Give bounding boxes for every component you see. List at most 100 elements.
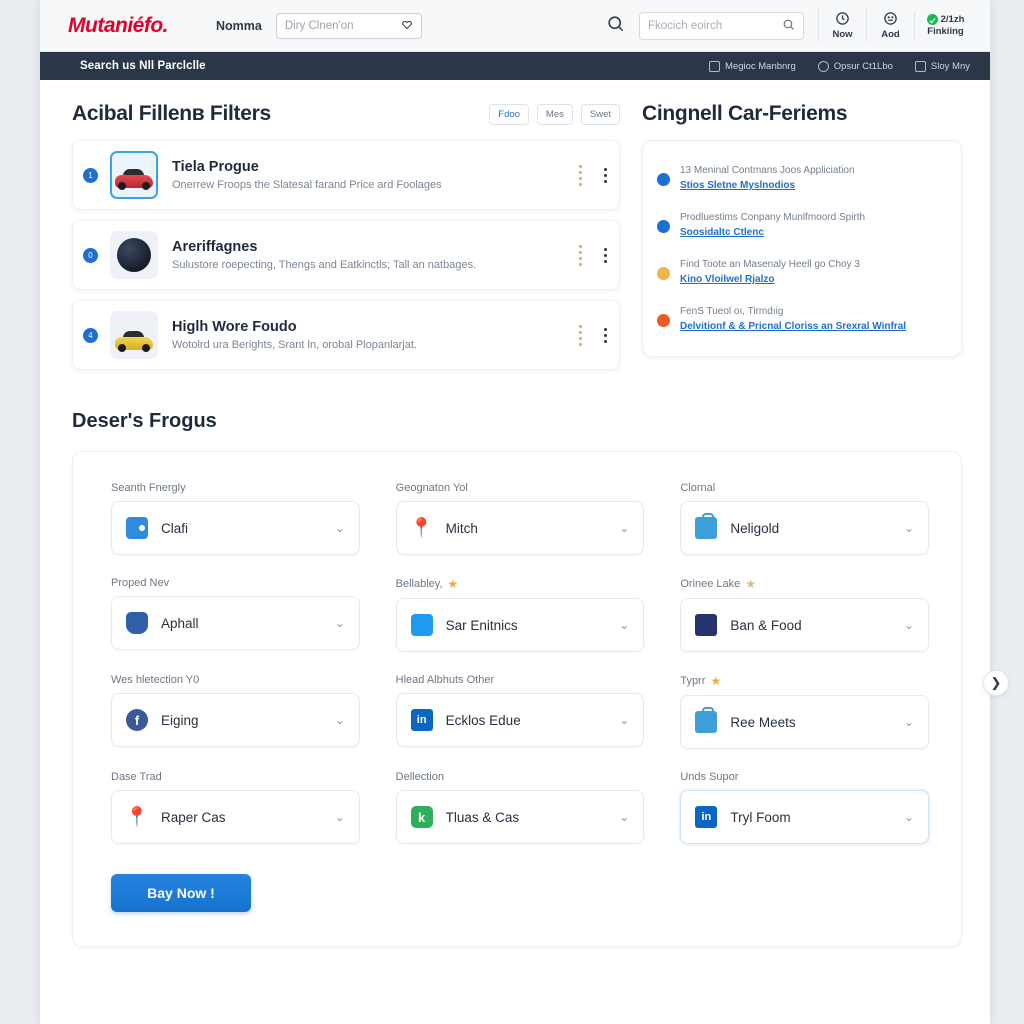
subnav-title: Search us Nll Parclclle: [80, 60, 206, 72]
item-text: Find Toote an Masenaly Heell go Choу 3: [680, 259, 860, 270]
more-options-icon[interactable]: [604, 327, 607, 343]
chevron-down-icon[interactable]: ⌄: [335, 616, 345, 630]
chevron-down-icon[interactable]: ⌄: [335, 521, 345, 535]
select-input[interactable]: Aphall ⌄: [111, 596, 360, 650]
field-label: Orinee Lake ★: [680, 577, 929, 591]
star-icon: ★: [447, 577, 459, 591]
subnav-link-label: Sloy Mny: [930, 60, 970, 72]
header-action-now-label: Now: [832, 29, 853, 40]
field-label-text: Geognaton Yol: [395, 482, 468, 494]
select-input[interactable]: 📍 Mitch ⌄: [395, 501, 645, 555]
item-text: 13 Meninal Contmans Joos Appliciation: [680, 165, 855, 176]
header-status-finkling[interactable]: 2/1zh Finkiing: [914, 12, 976, 39]
more-options-icon[interactable]: [604, 167, 607, 183]
item-link[interactable]: Soosidaltc Ctlenc: [680, 225, 943, 240]
chevron-down-icon[interactable]: ⌄: [904, 810, 914, 824]
yellow-car-icon: [110, 311, 158, 359]
subnav-bar: Search us Nll Parclclle Megioc Manbnrg O…: [40, 52, 990, 80]
subnav-link-sloy[interactable]: Sloy Mny: [914, 60, 970, 72]
form-field-0: Seanth Fnergly Clafi ⌄: [111, 482, 360, 555]
list-item[interactable]: FenS Tueol oı, Tirmdıig Delvitionf & & P…: [657, 304, 943, 334]
chevron-right-icon[interactable]: ❯: [983, 670, 1009, 696]
header-action-aod-label: Aod: [881, 29, 900, 40]
item-title: Areriffagnes: [172, 239, 258, 255]
item-subtitle: Wotolrd ura Berights, Srant ln, orobal P…: [172, 339, 417, 351]
select-input[interactable]: 📍 Raper Cas ⌄: [111, 790, 360, 844]
filter-chip-mes[interactable]: Mes: [536, 103, 573, 125]
drag-handle-icon[interactable]: [579, 324, 582, 346]
heart-icon: [401, 18, 413, 33]
more-options-icon[interactable]: [604, 247, 607, 263]
field-label: Dase Trad: [111, 771, 360, 783]
field-label-text: Wes hletection Y0: [111, 674, 200, 686]
chevron-down-icon[interactable]: ⌄: [335, 810, 345, 824]
list-item[interactable]: 1 Tiela Progue Onerrew Froops the Slates…: [72, 140, 620, 210]
green-icon: k: [410, 806, 433, 828]
chevron-down-icon[interactable]: ⌄: [904, 715, 914, 729]
form-title: Deser's Frogus: [72, 410, 217, 432]
select-value: Tryl Foom: [730, 809, 791, 825]
field-label-text: Unds Supor: [680, 771, 739, 783]
field-label-text: Bellabley,: [395, 578, 443, 590]
item-link[interactable]: Delvitionf & & Pricnal Cloriss an Srexra…: [680, 319, 943, 334]
subnav-link-meging[interactable]: Megioc Manbnrg: [709, 60, 796, 72]
select-input[interactable]: Clafi ⌄: [111, 501, 360, 555]
chevron-down-icon[interactable]: ⌄: [619, 521, 629, 535]
form-field-4: Bellabley, ★ Sar Enitnics ⌄: [395, 577, 645, 652]
list-item[interactable]: 4 Higlh Wore Foudo Wotolrd ura Berights,…: [72, 300, 620, 370]
select-input[interactable]: in Ecklos Edue ⌄: [395, 693, 645, 747]
list-item[interactable]: 0 Areriffagnes Sulustore roepecting, The…: [72, 220, 620, 290]
select-input[interactable]: Sar Enitnics ⌄: [395, 598, 645, 652]
item-text: Prodluestims Conpany Munlfmoord Spirth: [680, 212, 866, 223]
right-panel-card: 13 Meninal Contmans Joos Appliciation St…: [642, 140, 962, 357]
select-input[interactable]: Neligold ⌄: [680, 501, 929, 555]
select-input[interactable]: in Tryl Foom ⌄: [680, 790, 929, 844]
list-item[interactable]: Find Toote an Masenaly Heell go Choу 3 K…: [657, 257, 943, 287]
brand-logo[interactable]: Mutaniéfo.: [68, 14, 169, 38]
select-value: Aphall: [161, 615, 199, 631]
owl-icon: [126, 612, 148, 634]
filter-chip-swet[interactable]: Swet: [580, 103, 620, 125]
select-value: Ban & Food: [730, 617, 802, 633]
form-section: Deser's Frogus Seanth Fnergly Clafi ⌄ Ge…: [40, 380, 1009, 947]
search-field[interactable]: Fkocich eoirch: [639, 11, 804, 40]
car-feriems-column: Cingnell Car-Feriems 13 Meninal Contmans…: [642, 102, 962, 380]
field-label: Dellection: [396, 771, 645, 783]
app-window: Mutaniéfo. Nomma Diry Clnen'on Fkocich e…: [40, 0, 1009, 1024]
select-input[interactable]: k Tluas & Cas ⌄: [395, 790, 645, 844]
select-input[interactable]: Ree Meets ⌄: [680, 695, 929, 749]
filter-chip-fdoo[interactable]: Fdoo: [489, 103, 529, 125]
submit-button[interactable]: Bay Now !: [111, 874, 251, 912]
item-link[interactable]: Stios Sletne Mуslnodios: [680, 178, 943, 193]
item-link[interactable]: Kino Vloilwel Rjalzo: [680, 272, 943, 287]
field-label-text: Hlead Albhuts Other: [395, 674, 495, 686]
search-placeholder: Fkocich eoirch: [648, 19, 723, 32]
select-input[interactable]: f Eiging ⌄: [111, 693, 360, 747]
subnav-link-label: Opsur Ct1Lbo: [833, 60, 893, 72]
search-icon[interactable]: [606, 14, 625, 38]
list-item[interactable]: Prodluestims Conpany Munlfmoord Spirth S…: [657, 210, 943, 240]
field-label: Clornal: [680, 482, 929, 494]
clock-icon: [821, 11, 864, 28]
drag-handle-icon[interactable]: [579, 244, 582, 266]
chevron-down-icon[interactable]: ⌄: [904, 521, 914, 535]
drag-handle-icon[interactable]: [579, 164, 582, 186]
status-dot-icon: [657, 173, 670, 186]
chevron-down-icon[interactable]: ⌄: [619, 618, 629, 632]
chevron-down-icon[interactable]: ⌄: [619, 713, 629, 727]
filters-title: Acibal Fillenв Filters: [72, 102, 271, 125]
chevron-down-icon[interactable]: ⌄: [619, 810, 629, 824]
contact-icon: [817, 60, 829, 72]
chevron-down-icon[interactable]: ⌄: [335, 713, 345, 727]
header-action-now[interactable]: Now: [818, 9, 866, 42]
location-selector[interactable]: Diry Clnen'on: [275, 12, 422, 39]
search-submit-icon[interactable]: [782, 18, 795, 34]
select-input[interactable]: Ban & Food ⌄: [680, 598, 929, 652]
field-label-text: Proped Nev: [111, 577, 170, 589]
chevron-down-icon[interactable]: ⌄: [904, 618, 914, 632]
item-subtitle: Sulustore roepecting, Thengs and Eatkinc…: [172, 259, 477, 271]
field-label-text: Typrr: [680, 675, 706, 687]
header-action-aod[interactable]: Aod: [866, 9, 914, 42]
list-item[interactable]: 13 Meninal Contmans Joos Appliciation St…: [657, 163, 943, 193]
subnav-link-opsur[interactable]: Opsur Ct1Lbo: [817, 60, 893, 72]
